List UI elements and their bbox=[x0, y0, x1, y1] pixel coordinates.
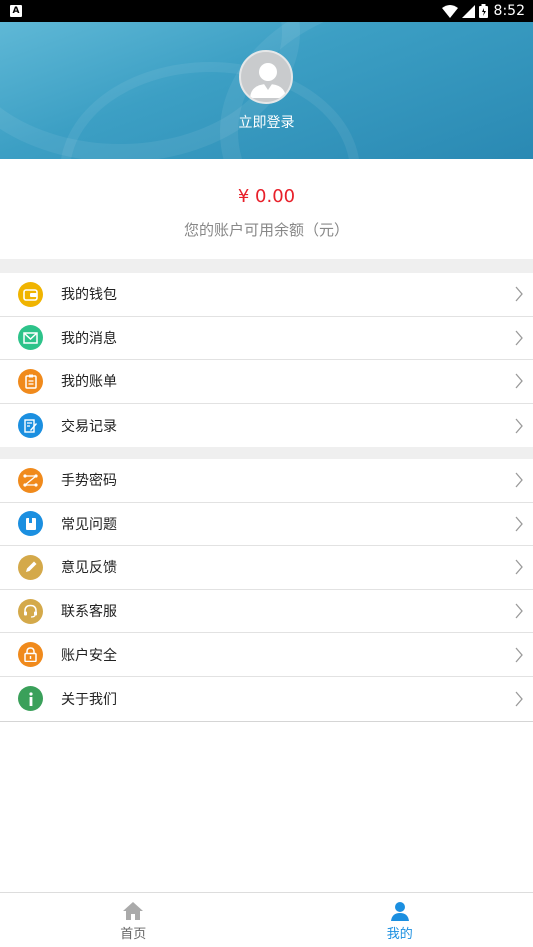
menu-label: 关于我们 bbox=[61, 691, 117, 708]
lock-icon bbox=[18, 642, 43, 668]
clipboard-icon bbox=[18, 368, 43, 394]
gesture-icon bbox=[18, 467, 43, 493]
menu-label: 意见反馈 bbox=[61, 560, 117, 577]
book-icon bbox=[18, 511, 43, 537]
chevron-right-icon bbox=[515, 374, 523, 389]
avatar[interactable] bbox=[239, 50, 293, 104]
menu-label: 我的账单 bbox=[61, 374, 117, 391]
menu-item-account-security[interactable]: 账户安全 bbox=[0, 633, 533, 677]
mail-icon bbox=[18, 325, 43, 351]
balance-amount: ¥ 0.00 bbox=[237, 186, 296, 207]
signal-icon bbox=[461, 4, 475, 18]
chevron-right-icon bbox=[515, 603, 523, 619]
chevron-right-icon bbox=[515, 647, 523, 663]
notification-icon: A bbox=[10, 5, 22, 17]
menu-item-messages[interactable]: 我的消息 bbox=[0, 317, 533, 361]
headset-icon bbox=[18, 598, 43, 624]
tab-home-label: 首页 bbox=[120, 927, 147, 942]
menu-item-faq[interactable]: 常见问题 bbox=[0, 503, 533, 547]
menu-label: 交易记录 bbox=[61, 418, 117, 435]
section-divider bbox=[0, 259, 533, 273]
menu-group-settings: 手势密码 常见问题 意见反馈 联系客服 账户安全 关于我们 bbox=[0, 459, 533, 722]
wifi-icon bbox=[441, 4, 458, 18]
menu-label: 联系客服 bbox=[61, 604, 117, 621]
battery-icon bbox=[478, 4, 488, 18]
login-button[interactable]: 立即登录 bbox=[0, 112, 533, 132]
menu-item-customer-service[interactable]: 联系客服 bbox=[0, 590, 533, 634]
menu-label: 手势密码 bbox=[61, 473, 117, 490]
menu-item-feedback[interactable]: 意见反馈 bbox=[0, 546, 533, 590]
wallet-icon bbox=[18, 281, 43, 307]
menu-item-gesture-password[interactable]: 手势密码 bbox=[0, 459, 533, 503]
tab-mine-label: 我的 bbox=[386, 927, 413, 942]
chevron-right-icon bbox=[515, 516, 523, 532]
menu-label: 我的钱包 bbox=[61, 287, 117, 304]
user-icon bbox=[390, 902, 409, 921]
chevron-right-icon bbox=[515, 691, 523, 707]
menu-item-wallet[interactable]: 我的钱包 bbox=[0, 273, 533, 317]
chevron-right-icon bbox=[515, 286, 523, 302]
balance-panel: ¥ 0.00 您的账户可用余额（元） bbox=[0, 159, 533, 259]
menu-item-transactions[interactable]: 交易记录 bbox=[0, 404, 533, 448]
menu-item-bills[interactable]: 我的账单 bbox=[0, 360, 533, 404]
balance-label: 您的账户可用余额（元） bbox=[183, 221, 349, 239]
chevron-right-icon bbox=[515, 472, 523, 488]
section-divider bbox=[0, 447, 533, 459]
tab-mine[interactable]: 我的 bbox=[267, 893, 533, 947]
pencil-icon bbox=[18, 554, 43, 580]
menu-label: 账户安全 bbox=[61, 647, 117, 664]
info-icon bbox=[18, 686, 43, 712]
clock: 8:52 bbox=[493, 3, 525, 19]
status-bar: A 8:52 bbox=[0, 0, 533, 22]
menu-label: 常见问题 bbox=[61, 516, 117, 533]
menu-group-account: 我的钱包 我的消息 我的账单 交易记录 bbox=[0, 273, 533, 448]
tab-home[interactable]: 首页 bbox=[0, 893, 267, 947]
bottom-navigation: 首页 我的 bbox=[0, 892, 533, 947]
chevron-right-icon bbox=[515, 330, 523, 346]
home-icon bbox=[123, 902, 144, 920]
profile-header: 立即登录 bbox=[0, 22, 533, 159]
edit-document-icon bbox=[18, 413, 43, 439]
menu-label: 我的消息 bbox=[61, 330, 117, 347]
chevron-right-icon bbox=[515, 418, 523, 434]
chevron-right-icon bbox=[515, 560, 523, 575]
menu-item-about-us[interactable]: 关于我们 bbox=[0, 677, 533, 721]
